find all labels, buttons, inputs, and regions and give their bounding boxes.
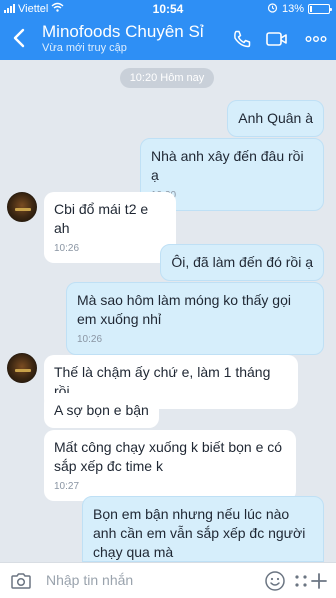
message-input[interactable]: Nhập tin nhắn [46, 572, 133, 588]
outgoing-message[interactable]: Ôi, đã làm đến đó rồi ạ [160, 244, 324, 281]
status-bar: Viettel 10:54 13% [0, 0, 336, 18]
message-text: Mất công chạy xuống k biết bọn e có sắp … [54, 439, 283, 474]
battery-percent: 13% [281, 3, 304, 15]
message-text: Ôi, đã làm đến đó rồi ạ [171, 254, 313, 270]
back-arrow-icon[interactable] [8, 26, 30, 50]
outgoing-message[interactable]: Anh Quân à [227, 100, 324, 137]
more-icon[interactable] [304, 27, 328, 51]
message-text: Cbi đổ mái t2 e ah [54, 201, 149, 236]
battery-icon [308, 4, 332, 14]
outgoing-message[interactable]: Mà sao hôm làm móng ko thấy gọi em xuống… [66, 282, 324, 355]
message-list[interactable]: 10:20 Hôm nay Anh Quân à Nhà anh xây đến… [0, 60, 336, 562]
contact-avatar[interactable] [7, 353, 37, 383]
contact-info[interactable]: Minofoods Chuyên Sỉ Vừa mới truy cập [42, 21, 204, 55]
contact-avatar[interactable] [7, 192, 37, 222]
message-text: Anh Quân à [238, 110, 313, 126]
camera-icon[interactable] [8, 568, 34, 594]
add-icon[interactable] [306, 568, 332, 594]
emoji-icon[interactable] [262, 568, 288, 594]
contact-status: Vừa mới truy cập [42, 42, 127, 54]
message-time: 10:27 [54, 481, 80, 492]
chat-header: Minofoods Chuyên Sỉ Vừa mới truy cập [0, 18, 336, 60]
message-input-bar: Nhập tin nhắn [0, 562, 336, 598]
contact-name: Minofoods Chuyên Sỉ [42, 22, 204, 41]
message-time: 10:26 [77, 334, 103, 345]
incoming-message[interactable]: Mất công chạy xuống k biết bọn e có sắp … [44, 430, 296, 501]
phone-icon[interactable] [230, 27, 254, 51]
message-text: Nhà anh xây đến đâu rồi ạ [151, 148, 304, 183]
message-text: A sợ bọn e bận [54, 402, 149, 418]
outgoing-message[interactable]: Bọn em bận nhưng nếu lúc nào anh cần em … [82, 496, 324, 562]
incoming-message[interactable]: Cbi đổ mái t2 e ah 10:26 [44, 192, 176, 263]
incoming-message[interactable]: A sợ bọn e bận [44, 393, 159, 428]
message-time: 10:26 [54, 243, 80, 254]
time-divider: 10:20 Hôm nay [120, 68, 214, 88]
video-camera-icon[interactable] [265, 27, 289, 51]
message-text: Bọn em bận nhưng nếu lúc nào anh cần em … [93, 506, 306, 560]
alarm-icon [267, 2, 278, 16]
message-text: Mà sao hôm làm móng ko thấy gọi em xuống… [77, 292, 291, 327]
